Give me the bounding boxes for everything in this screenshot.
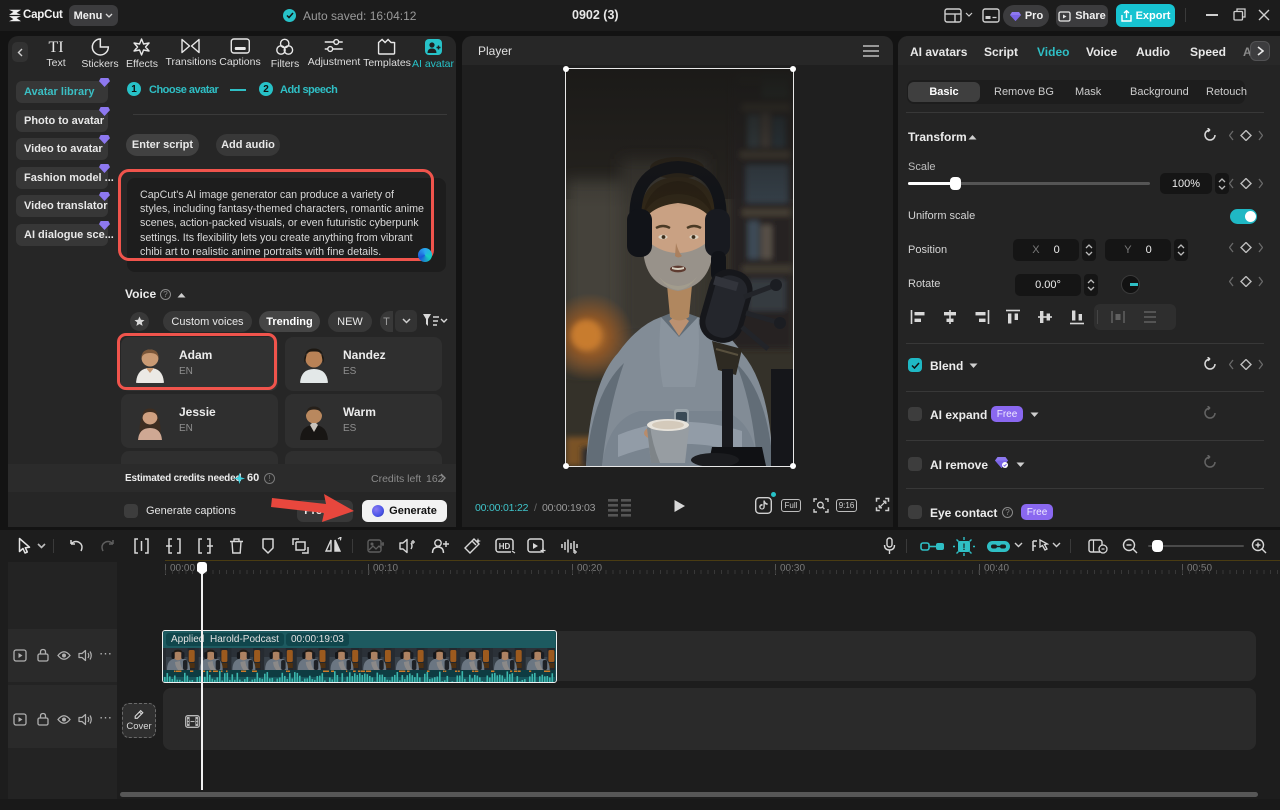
- svg-text:TI: TI: [48, 39, 63, 55]
- svg-text:HD: HD: [499, 542, 511, 551]
- svg-text:!: !: [963, 542, 966, 552]
